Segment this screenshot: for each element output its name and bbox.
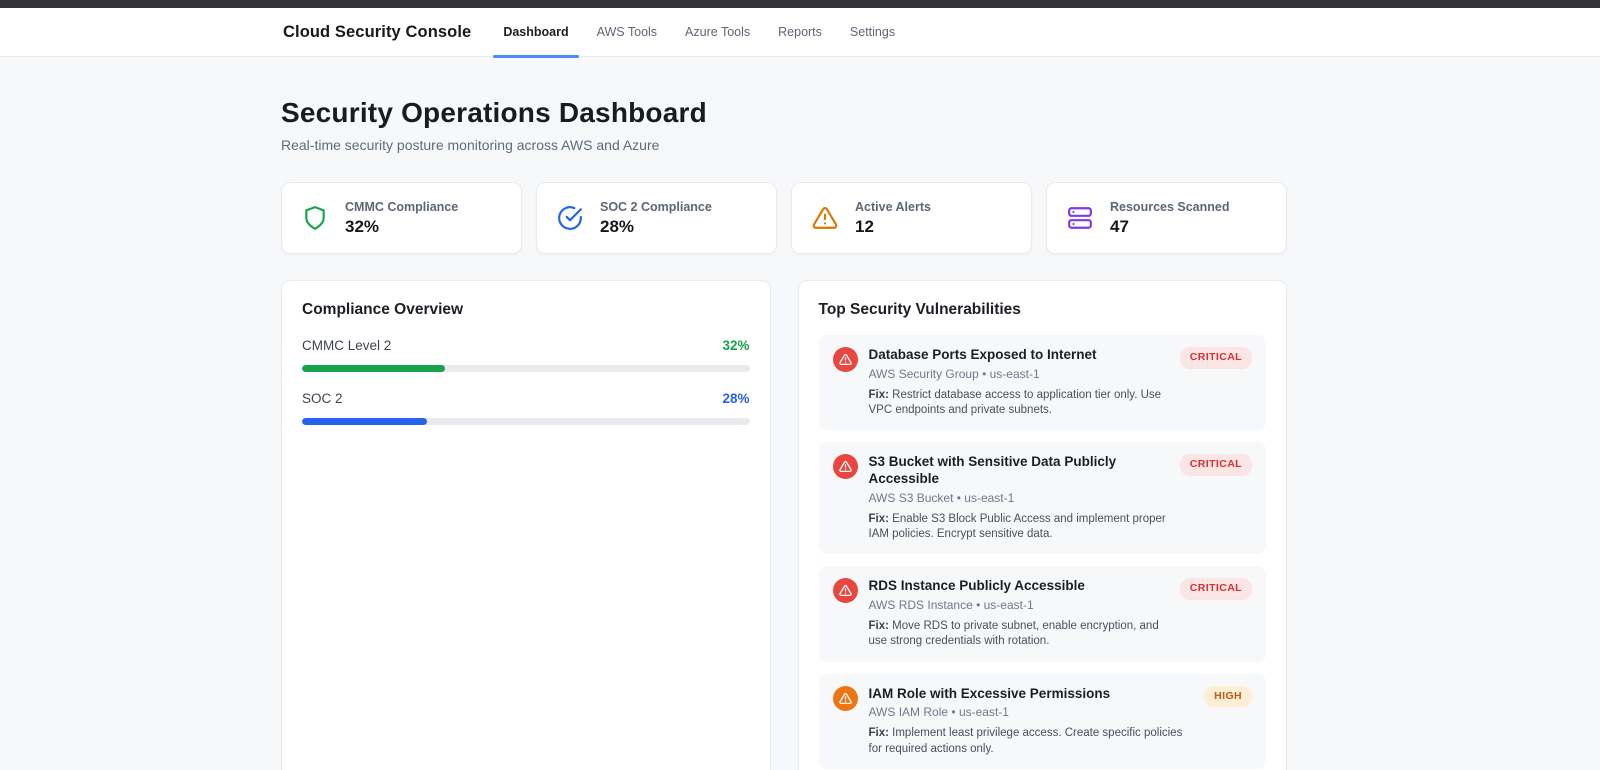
stat-label: CMMC Compliance <box>345 199 459 214</box>
app-title: Cloud Security Console <box>283 22 472 41</box>
fix-label: Fix: <box>868 620 889 633</box>
compliance-bar-soc2: SOC 2 28% <box>302 391 750 425</box>
fix-label: Fix: <box>868 727 889 740</box>
alert-triangle-icon <box>832 454 858 480</box>
main-content: Security Operations Dashboard Real-time … <box>281 97 1287 770</box>
panels-row: Compliance Overview CMMC Level 2 32% SOC… <box>281 280 1287 770</box>
vulnerability-fix: Fix: Implement least privilege access. C… <box>869 726 1193 756</box>
fix-label: Fix: <box>868 512 889 525</box>
vulnerability-meta: AWS S3 Bucket • us-east-1 <box>868 490 1015 505</box>
status-badge: CRITICAL <box>1179 347 1252 369</box>
vulnerability-meta: AWS IAM Role • us-east-1 <box>868 705 1009 720</box>
panel-title: Top Security Vulnerabilities <box>818 301 1021 318</box>
bar-label: CMMC Level 2 <box>302 338 392 353</box>
progress-track <box>302 365 750 372</box>
alert-triangle-icon <box>832 347 858 372</box>
status-badge: CRITICAL <box>1179 454 1252 476</box>
stat-label: Resources Scanned <box>1110 199 1230 214</box>
fix-label: Fix: <box>868 388 889 401</box>
app-header: Cloud Security Console Dashboard AWS Too… <box>0 8 1600 58</box>
stat-value: 12 <box>855 216 874 236</box>
stat-value: 47 <box>1110 216 1129 236</box>
bar-percent: 28% <box>722 391 750 406</box>
fix-text: Restrict database access to application … <box>868 388 1162 417</box>
stat-value: 28% <box>600 216 635 236</box>
tab-azure-tools[interactable]: Azure Tools <box>671 8 764 56</box>
status-badge: CRITICAL <box>1179 578 1252 600</box>
tab-aws-tools[interactable]: AWS Tools <box>583 8 671 56</box>
list-item[interactable]: S3 Bucket with Sensitive Data Publicly A… <box>818 442 1266 555</box>
window-top-bar <box>0 0 1600 8</box>
list-item[interactable]: IAM Role with Excessive Permissions AWS … <box>818 673 1266 769</box>
vulnerability-title: IAM Role with Excessive Permissions <box>868 685 1111 701</box>
compliance-bar-cmmc: CMMC Level 2 32% <box>302 338 750 372</box>
stat-cards-row: CMMC Compliance 32% SOC 2 Compliance 28%… <box>281 182 1287 254</box>
alert-triangle-icon <box>832 578 858 604</box>
tab-reports[interactable]: Reports <box>764 8 836 56</box>
list-item[interactable]: RDS Instance Publicly Accessible AWS RDS… <box>818 566 1266 662</box>
compliance-overview-panel: Compliance Overview CMMC Level 2 32% SOC… <box>281 280 771 770</box>
bar-label: SOC 2 <box>302 391 343 406</box>
stat-card-soc2-compliance: SOC 2 Compliance 28% <box>536 182 777 254</box>
top-vulnerabilities-panel: Top Security Vulnerabilities Database Po… <box>797 280 1287 770</box>
stat-card-resources-scanned: Resources Scanned 47 <box>1046 182 1287 254</box>
progress-fill <box>302 418 428 425</box>
alert-triangle-icon <box>832 685 858 711</box>
tab-settings[interactable]: Settings <box>836 8 909 56</box>
stat-card-cmmc-compliance: CMMC Compliance 32% <box>281 182 522 254</box>
vulnerability-title: S3 Bucket with Sensitive Data Publicly A… <box>868 454 1117 487</box>
server-icon <box>1067 205 1093 231</box>
vulnerability-list: Database Ports Exposed to Internet AWS S… <box>818 335 1266 770</box>
vulnerability-fix: Fix: Restrict database access to applica… <box>869 388 1168 418</box>
shield-icon <box>302 205 328 231</box>
alert-triangle-icon <box>812 205 838 231</box>
stat-label: Active Alerts <box>855 199 931 214</box>
progress-fill <box>302 365 446 372</box>
bar-percent: 32% <box>722 338 750 353</box>
vulnerability-meta: AWS RDS Instance • us-east-1 <box>868 598 1034 613</box>
vulnerability-fix: Fix: Enable S3 Block Public Access and i… <box>869 512 1168 542</box>
stat-label: SOC 2 Compliance <box>600 199 712 214</box>
vulnerability-title: RDS Instance Publicly Accessible <box>868 578 1085 594</box>
main-nav: Dashboard AWS Tools Azure Tools Reports … <box>489 8 909 58</box>
vulnerability-fix: Fix: Move RDS to private subnet, enable … <box>869 619 1168 649</box>
fix-text: Implement least privilege access. Create… <box>868 727 1183 755</box>
page-subtitle: Real-time security posture monitoring ac… <box>281 137 660 153</box>
fix-text: Move RDS to private subnet, enable encry… <box>868 620 1159 648</box>
stat-value: 32% <box>345 216 380 236</box>
vulnerability-meta: AWS Security Group • us-east-1 <box>868 366 1040 381</box>
list-item[interactable]: Database Ports Exposed to Internet AWS S… <box>818 335 1266 431</box>
stat-card-active-alerts: Active Alerts 12 <box>791 182 1032 254</box>
fix-text: Enable S3 Block Public Access and implem… <box>868 512 1166 541</box>
vulnerability-title: Database Ports Exposed to Internet <box>868 347 1097 362</box>
page-title: Security Operations Dashboard <box>281 97 707 128</box>
panel-title: Compliance Overview <box>302 301 464 318</box>
check-circle-icon <box>557 205 583 231</box>
status-badge: HIGH <box>1204 685 1252 708</box>
tab-dashboard[interactable]: Dashboard <box>489 8 582 58</box>
progress-track <box>302 418 750 425</box>
